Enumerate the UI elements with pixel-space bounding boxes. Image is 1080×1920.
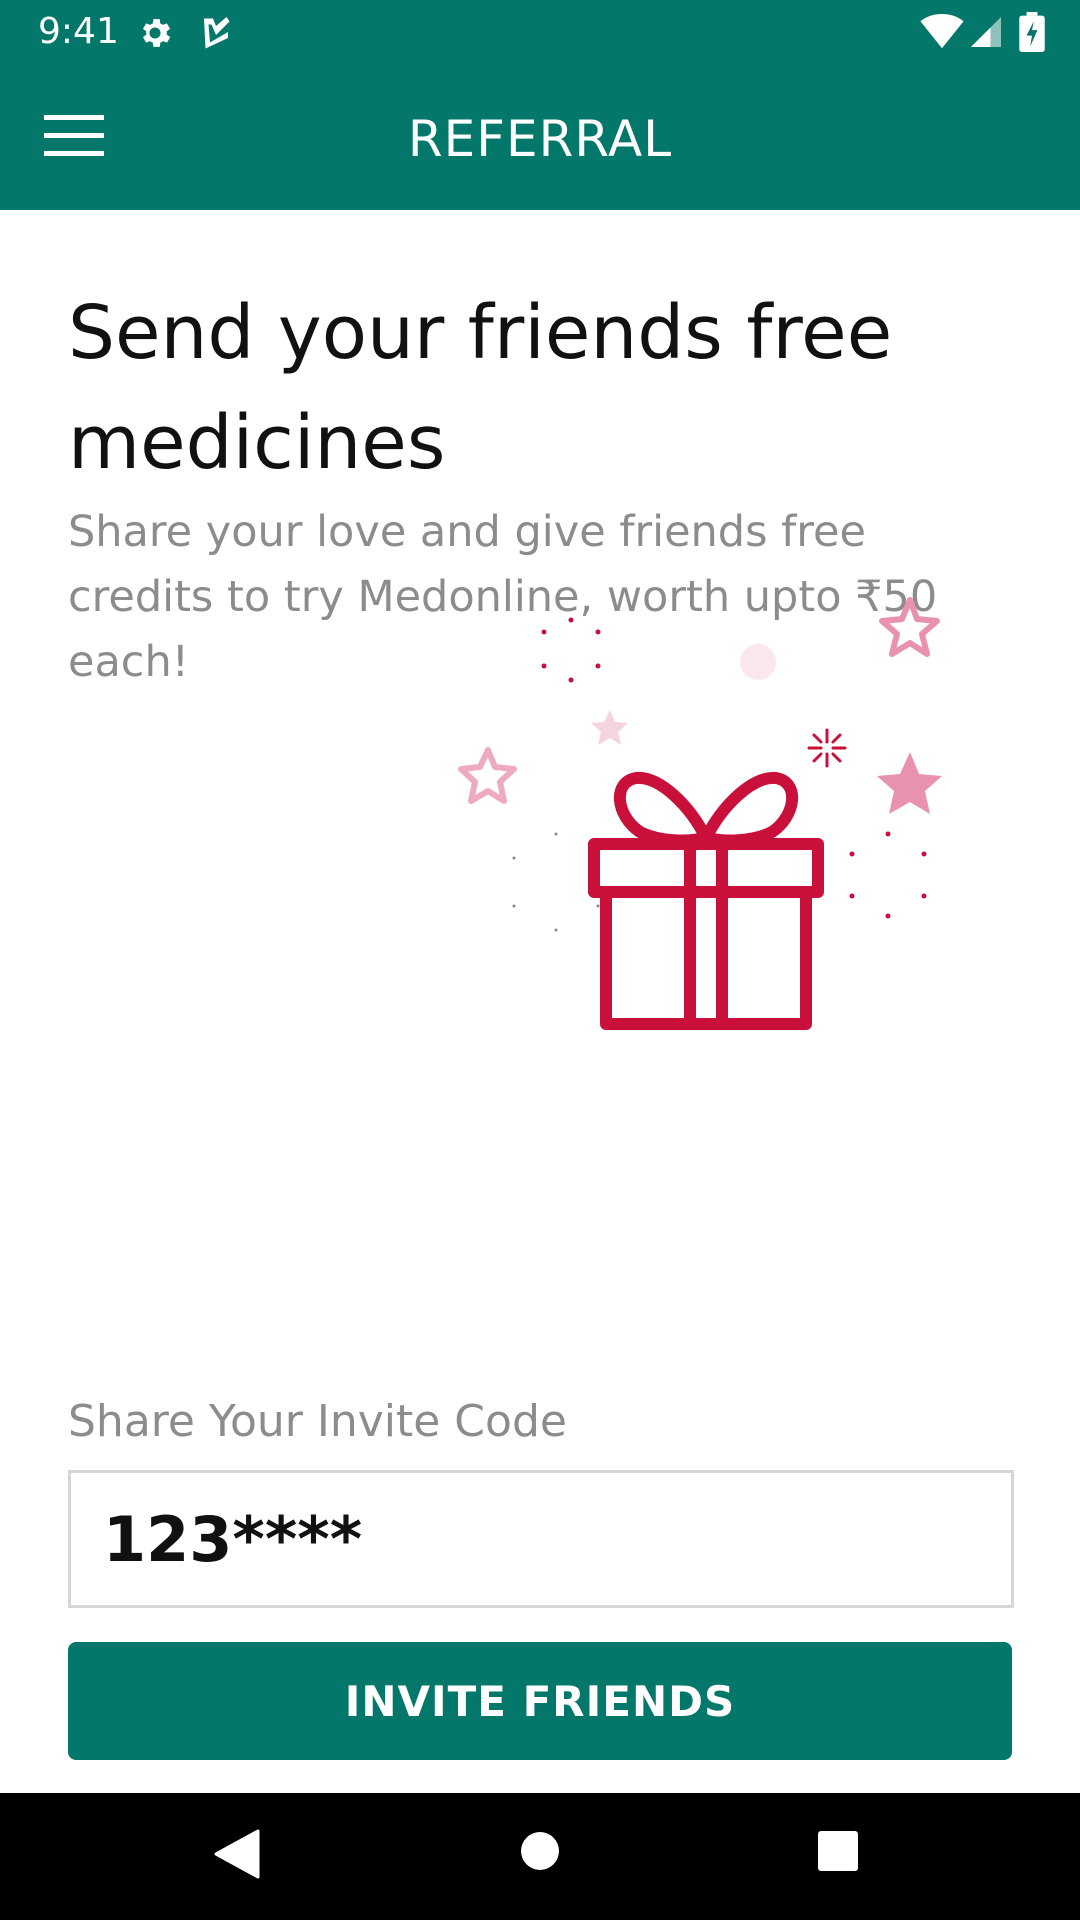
wifi-icon xyxy=(920,14,964,54)
battery-charging-icon xyxy=(1018,12,1046,56)
check-notification-icon xyxy=(198,14,234,54)
app-bar: REFERRAL xyxy=(0,63,1080,210)
page-headline: Send your friends free medicines xyxy=(68,290,893,486)
invite-code-value: 123**** xyxy=(103,1503,363,1576)
back-icon[interactable] xyxy=(214,1829,260,1883)
sparkle-burst xyxy=(807,728,847,768)
star-outline-icon xyxy=(879,597,940,657)
recents-icon[interactable] xyxy=(818,1831,858,1875)
referral-screen: 9:41 REFERRAL Send your friends free med… xyxy=(0,0,1080,1920)
system-nav-bar xyxy=(0,1793,1080,1920)
gift-icon xyxy=(588,771,824,1030)
app-title: REFERRAL xyxy=(407,110,673,168)
home-icon[interactable] xyxy=(520,1831,560,1875)
gift-illustration xyxy=(440,580,960,1040)
signal-icon xyxy=(968,14,1004,54)
invite-code-label: Share Your Invite Code xyxy=(68,1396,567,1447)
invite-friends-button[interactable]: INVITE FRIENDS xyxy=(68,1642,1012,1760)
star-outline-icon xyxy=(458,747,517,804)
sparkle-dots xyxy=(541,617,601,683)
star-filled-icon xyxy=(877,752,942,814)
gear-icon xyxy=(136,14,174,56)
status-time: 9:41 xyxy=(38,11,119,52)
status-bar: 9:41 xyxy=(0,0,1080,63)
invite-code-field[interactable]: 123**** xyxy=(68,1470,1014,1608)
